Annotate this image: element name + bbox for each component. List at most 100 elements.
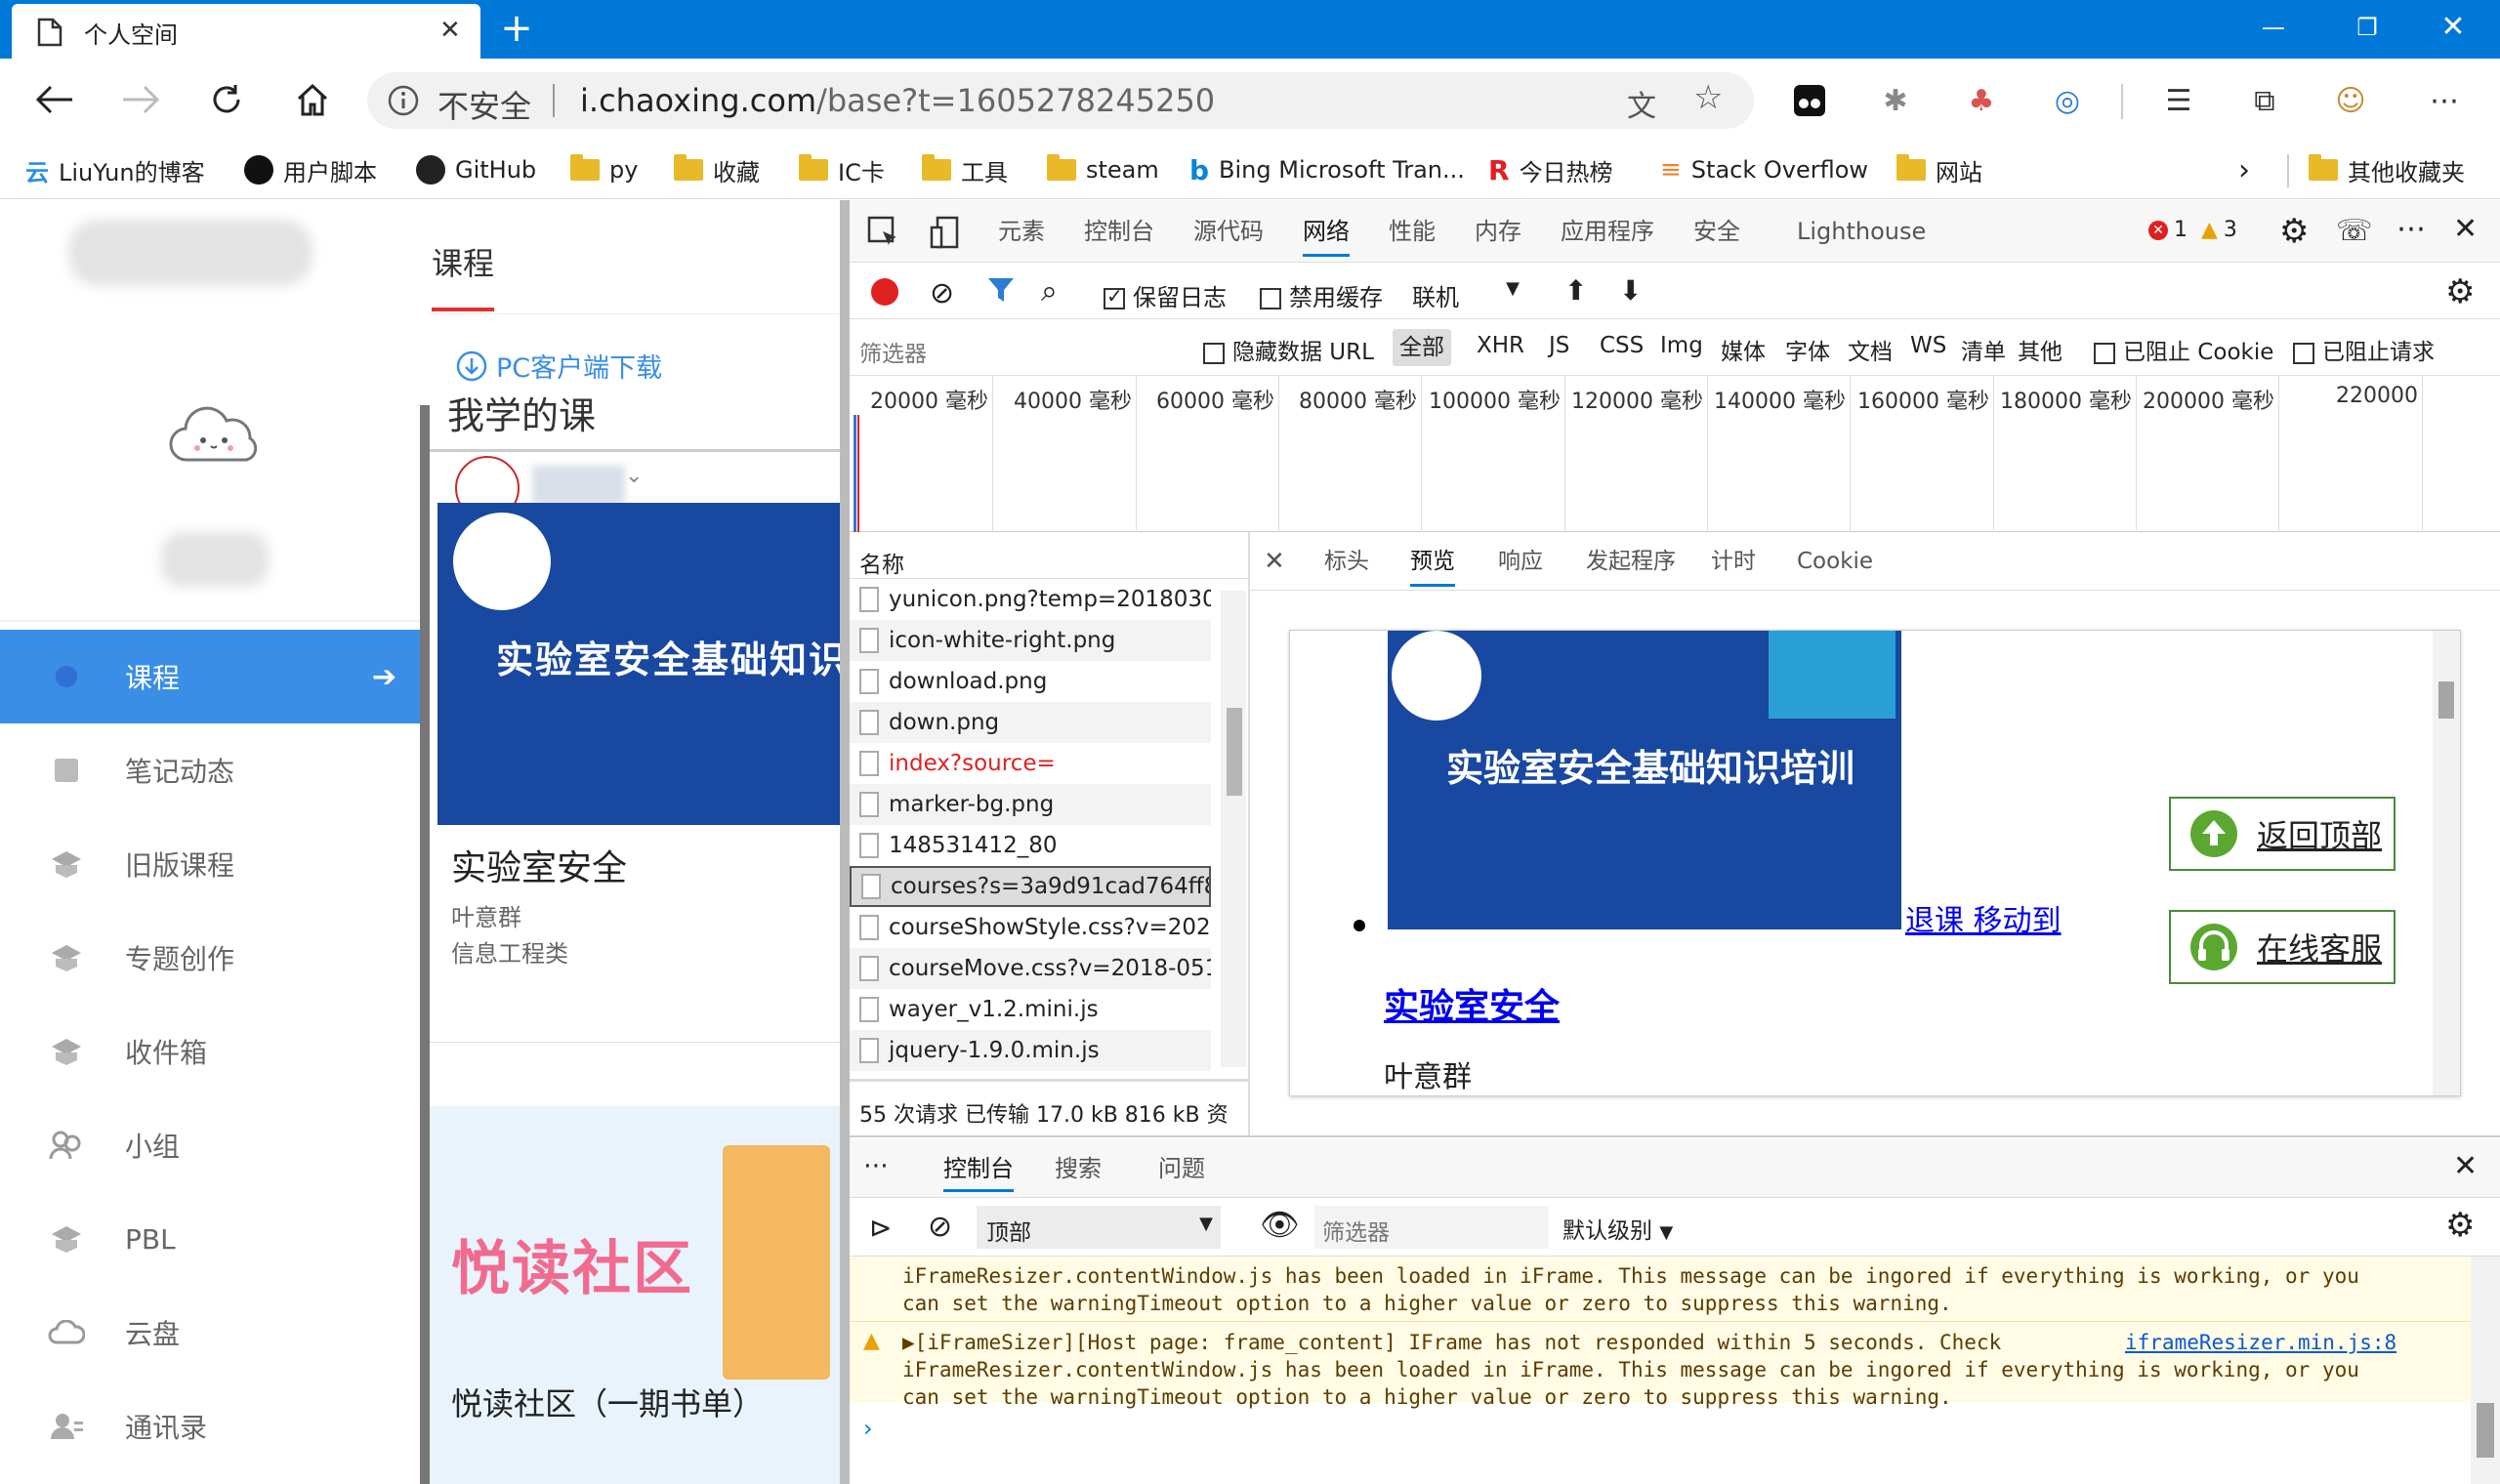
bookmark-bing-translator[interactable]: b Bing Microsoft Tran...	[1189, 148, 1465, 191]
sidebar-item-contacts[interactable]: 通讯录	[0, 1380, 430, 1473]
bookmark-rebang[interactable]: R 今日热榜	[1488, 148, 1613, 191]
live-expression-eye-icon[interactable]: 👁	[1260, 1206, 1300, 1243]
type-filter-doc[interactable]: 文档	[1848, 333, 1893, 366]
console-prompt-icon[interactable]: ›	[863, 1415, 873, 1442]
settings-gear-icon[interactable]: ⚙	[2279, 212, 2309, 251]
drawer-tab-search[interactable]: 搜索	[1055, 1139, 1102, 1198]
type-filter-ws[interactable]: WS	[1910, 333, 1946, 358]
network-settings-gear-icon[interactable]: ⚙	[2445, 272, 2475, 311]
request-row[interactable]: 148531412_80	[850, 825, 1211, 866]
course-cover-image[interactable]: 实验室安全基础知识培训	[438, 503, 840, 825]
user-avatar[interactable]	[168, 405, 262, 464]
extension-tree-icon[interactable]: ♣	[1955, 74, 2008, 127]
filter-funnel-icon[interactable]	[986, 276, 1016, 304]
type-filter-other[interactable]: 其他	[2018, 333, 2062, 366]
extension-icon[interactable]: ✱	[1869, 74, 1922, 127]
bookmark-py[interactable]: py	[570, 148, 638, 191]
tab-performance[interactable]: 性能	[1389, 200, 1436, 263]
sidebar-item-old-courses[interactable]: 旧版课程	[0, 817, 430, 911]
bookmark-userscript[interactable]: 用户脚本	[244, 148, 377, 191]
sidebar-item-courses[interactable]: 课程 ➔	[0, 630, 430, 723]
drawer-tab-issues[interactable]: 问题	[1158, 1139, 1205, 1198]
tab-initiator[interactable]: 发起程序	[1586, 532, 1676, 591]
split-divider[interactable]	[1248, 532, 1250, 1137]
favorites-icon[interactable]: ☰	[2152, 74, 2205, 127]
close-window-button[interactable]: ✕	[2406, 0, 2500, 55]
tab-response[interactable]: 响应	[1498, 532, 1543, 591]
type-filter-font[interactable]: 字体	[1785, 333, 1830, 366]
more-options-icon[interactable]: ⋯	[2418, 74, 2471, 127]
request-row[interactable]: courseShowStyle.css?v=2020-0	[850, 907, 1211, 948]
other-bookmarks[interactable]: 其他收藏夹	[2309, 148, 2465, 191]
name-column-header[interactable]: 名称	[850, 532, 1248, 579]
drawer-tab-console[interactable]: 控制台	[943, 1139, 1014, 1198]
scrollbar-thumb[interactable]	[1227, 708, 1242, 796]
devtools-resize-handle[interactable]	[840, 200, 850, 1484]
request-row[interactable]: yunicon.png?temp=20180309	[850, 579, 1211, 620]
search-icon[interactable]: ⌕	[1041, 274, 1058, 309]
request-row[interactable]: courseMove.css?v=2018-0518	[850, 948, 1211, 989]
type-filter-xhr[interactable]: XHR	[1477, 333, 1524, 358]
more-tools-icon[interactable]: ⋯	[2396, 212, 2426, 246]
more-bookmarks-chevron-icon[interactable]: ›	[2238, 148, 2250, 191]
tab-security[interactable]: 安全	[1693, 200, 1740, 263]
console-filter-input[interactable]: 筛选器	[1314, 1206, 1549, 1249]
tab-elements[interactable]: 元素	[998, 200, 1045, 263]
close-drawer-icon[interactable]: ✕	[2453, 1149, 2478, 1183]
sidebar-item-cloud-disk[interactable]: 云盘	[0, 1286, 430, 1380]
tab-preview[interactable]: 预览	[1410, 532, 1455, 591]
close-detail-icon[interactable]: ✕	[1264, 532, 1285, 591]
tab-timing[interactable]: 计时	[1711, 532, 1756, 591]
url-text[interactable]: i.chaoxing.com/base?t=1605278245250	[580, 82, 1215, 119]
clear-console-icon[interactable]: ⊘	[928, 1210, 952, 1244]
preserve-log-checkbox[interactable]: 保留日志	[1104, 278, 1227, 312]
network-timeline[interactable]: 20000 毫秒 40000 毫秒 60000 毫秒 80000 毫秒 100000 毫…	[850, 376, 2500, 532]
preview-course-link[interactable]: 实验室安全	[1384, 978, 1560, 1029]
inspect-element-icon[interactable]	[867, 216, 900, 249]
translate-icon[interactable]: ⽂	[1627, 82, 1656, 125]
bookmark-stackoverflow[interactable]: ≡ Stack Overflow	[1660, 148, 1868, 191]
request-row-error[interactable]: index?source=	[850, 743, 1211, 784]
drawer-divider[interactable]	[850, 1135, 2500, 1137]
preview-scrollbar[interactable]	[2433, 631, 2460, 1095]
type-filter-js[interactable]: JS	[1549, 333, 1569, 358]
console-line[interactable]: ▶[iFrameSizer][Host page: frame_content]…	[902, 1331, 2001, 1354]
tab-console[interactable]: 控制台	[1084, 200, 1154, 263]
browser-tab[interactable]: 个人空间 ✕	[12, 4, 480, 59]
type-filter-manifest[interactable]: 清单	[1961, 333, 2006, 366]
request-row[interactable]: download.png	[850, 661, 1211, 702]
tab-cookie[interactable]: Cookie	[1797, 532, 1873, 591]
record-icon[interactable]	[871, 278, 898, 306]
hide-data-urls-checkbox[interactable]: 隐藏数据 URL	[1203, 333, 1374, 366]
type-filter-img[interactable]: Img	[1660, 333, 1703, 358]
back-to-top-button[interactable]: 返回顶部	[2169, 797, 2396, 871]
pc-client-download-link[interactable]: PC客户端下载	[455, 347, 662, 385]
forward-button[interactable]	[113, 72, 168, 127]
sidebar-item-notes[interactable]: 笔记动态	[0, 723, 430, 817]
type-filter-css[interactable]: CSS	[1600, 333, 1644, 358]
blocked-cookies-checkbox[interactable]: 已阻止 Cookie	[2094, 333, 2273, 366]
blurred-folder-select[interactable]	[532, 466, 625, 505]
request-row-selected[interactable]: courses?s=3a9d91cad764ff84a	[850, 866, 1211, 907]
profile-avatar-icon[interactable]: ☺	[2324, 74, 2377, 127]
new-tab-button[interactable]: +	[494, 6, 539, 51]
context-select[interactable]: 顶部 ▼	[977, 1206, 1221, 1249]
issues-counter[interactable]: ✕ 1 ▲ 3	[2148, 218, 2237, 242]
tab-application[interactable]: 应用程序	[1561, 200, 1654, 263]
console-settings-gear-icon[interactable]: ⚙	[2445, 1206, 2475, 1245]
log-level-select[interactable]: 默认级别 ▼	[1562, 1212, 1673, 1245]
device-toolbar-icon[interactable]	[930, 216, 959, 249]
bookmark-blog[interactable]: 云 LiuYun的博客	[25, 148, 205, 191]
request-row[interactable]: wayer_v1.2.mini.js	[850, 989, 1211, 1030]
collections-icon[interactable]: ⧉	[2238, 74, 2291, 127]
drawer-menu-icon[interactable]: ⋯	[863, 1151, 889, 1180]
scrollbar-thumb[interactable]	[2438, 681, 2454, 719]
close-tab-icon[interactable]: ✕	[439, 16, 461, 45]
sidebar-item-pbl[interactable]: PBL	[0, 1192, 430, 1286]
export-har-icon[interactable]: ⬇	[1619, 274, 1642, 307]
tab-headers[interactable]: 标头	[1324, 532, 1369, 591]
tab-memory[interactable]: 内存	[1475, 200, 1521, 263]
tampermonkey-icon[interactable]	[1783, 74, 1836, 127]
clear-icon[interactable]: ⊘	[930, 276, 954, 310]
course-title[interactable]: 实验室安全	[451, 840, 627, 890]
